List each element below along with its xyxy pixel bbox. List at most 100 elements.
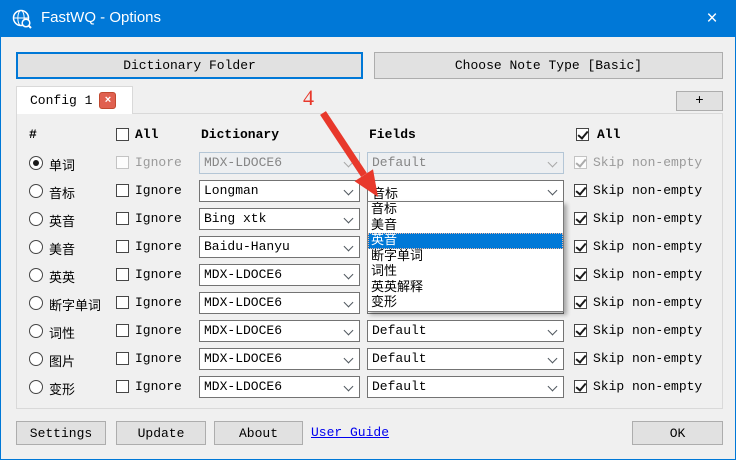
skip-label: Skip non-empty [593, 183, 702, 198]
chevron-down-icon [344, 158, 354, 168]
dictionary-combobox[interactable]: Bing xtk [199, 208, 360, 230]
dropdown-option[interactable]: 音标 [368, 202, 563, 218]
skip-label: Skip non-empty [593, 295, 702, 310]
tab-label: Config 1 [30, 93, 92, 108]
ignore-checkbox[interactable] [116, 212, 129, 225]
ignore-checkbox[interactable] [116, 352, 129, 365]
row-radio[interactable] [29, 324, 43, 338]
chevron-down-icon [548, 326, 558, 336]
chevron-down-icon [344, 382, 354, 392]
dropdown-option[interactable]: 断字单词 [368, 249, 563, 265]
dictionary-combobox[interactable]: MDX-LDOCE6 [199, 264, 360, 286]
row-radio[interactable] [29, 268, 43, 282]
dictionary-combobox[interactable]: MDX-LDOCE6 [199, 376, 360, 398]
table-row: 图片 Ignore MDX-LDOCE6 Default Skip non-em… [17, 348, 722, 370]
ignore-label: Ignore [135, 295, 182, 310]
row-radio[interactable] [29, 184, 43, 198]
all-ignore-checkbox[interactable] [116, 128, 129, 141]
chevron-down-icon [344, 270, 354, 280]
chevron-down-icon [344, 214, 354, 224]
fields-combobox[interactable]: Default [367, 348, 564, 370]
dictionary-folder-button[interactable]: Dictionary Folder [16, 52, 363, 79]
row-radio[interactable] [29, 156, 43, 170]
update-button[interactable]: Update [116, 421, 206, 445]
ignore-checkbox[interactable] [116, 268, 129, 281]
table-row: 单词 Ignore MDX-LDOCE6 Default Skip non-em… [17, 152, 722, 174]
user-guide-link[interactable]: User Guide [311, 425, 389, 440]
skip-checkbox[interactable] [574, 240, 587, 253]
choose-note-type-button[interactable]: Choose Note Type [Basic] [374, 52, 723, 79]
row-label: 英音 [49, 211, 75, 230]
dropdown-option-highlighted[interactable]: 英音 [368, 233, 563, 249]
skip-checkbox[interactable] [574, 324, 587, 337]
column-header-all-right: All [597, 127, 620, 142]
window-title: FastWQ - Options [41, 9, 161, 26]
annotation-step-number: 4 [303, 85, 314, 111]
all-skip-checkbox[interactable] [576, 128, 589, 141]
row-label: 英英 [49, 267, 75, 286]
skip-checkbox[interactable] [574, 184, 587, 197]
add-config-tab-button[interactable]: + [676, 91, 723, 111]
skip-checkbox[interactable] [574, 380, 587, 393]
settings-button[interactable]: Settings [16, 421, 106, 445]
tab-config-1[interactable]: Config 1 × [16, 86, 133, 114]
skip-label: Skip non-empty [593, 155, 702, 170]
skip-checkbox[interactable] [574, 268, 587, 281]
dictionary-folder-label: Dictionary Folder [123, 58, 256, 73]
fields-combobox[interactable]: Default [367, 320, 564, 342]
ignore-checkbox [116, 156, 129, 169]
ignore-label: Ignore [135, 351, 182, 366]
dropdown-option[interactable]: 英英解释 [368, 280, 563, 296]
chevron-down-icon [344, 186, 354, 196]
fields-dropdown-list: 音标 美音 英音 断字单词 词性 英英解释 变形 [367, 201, 564, 312]
fields-combobox: Default [367, 152, 564, 174]
column-header-all-left: All [135, 127, 158, 142]
dropdown-option[interactable]: 美音 [368, 218, 563, 234]
dropdown-option[interactable]: 变形 [368, 295, 563, 311]
dropdown-option[interactable]: 词性 [368, 264, 563, 280]
ignore-checkbox[interactable] [116, 240, 129, 253]
row-radio[interactable] [29, 212, 43, 226]
table-row: 词性 Ignore MDX-LDOCE6 Default Skip non-em… [17, 320, 722, 342]
chevron-down-icon [548, 158, 558, 168]
ignore-label: Ignore [135, 211, 182, 226]
skip-label: Skip non-empty [593, 351, 702, 366]
row-label: 变形 [49, 379, 75, 398]
dictionary-combobox[interactable]: Longman [199, 180, 360, 202]
skip-checkbox[interactable] [574, 212, 587, 225]
column-header-dictionary: Dictionary [201, 127, 279, 142]
app-globe-icon [11, 8, 33, 30]
skip-checkbox[interactable] [574, 352, 587, 365]
ignore-checkbox[interactable] [116, 324, 129, 337]
dictionary-combobox[interactable]: MDX-LDOCE6 [199, 348, 360, 370]
dictionary-combobox: MDX-LDOCE6 [199, 152, 360, 174]
ignore-checkbox[interactable] [116, 184, 129, 197]
row-radio[interactable] [29, 240, 43, 254]
fields-combobox[interactable]: Default [367, 376, 564, 398]
row-label: 词性 [49, 323, 75, 342]
ok-button[interactable]: OK [632, 421, 723, 445]
row-radio[interactable] [29, 352, 43, 366]
ignore-label: Ignore [135, 323, 182, 338]
tab-close-icon[interactable]: × [99, 92, 116, 109]
ignore-checkbox[interactable] [116, 296, 129, 309]
dictionary-combobox[interactable]: Baidu-Hanyu [199, 236, 360, 258]
ignore-label: Ignore [135, 155, 182, 170]
ignore-label: Ignore [135, 183, 182, 198]
dictionary-combobox[interactable]: MDX-LDOCE6 [199, 292, 360, 314]
skip-checkbox[interactable] [574, 296, 587, 309]
row-radio[interactable] [29, 380, 43, 394]
window-close-icon[interactable]: × [699, 6, 725, 32]
ignore-label: Ignore [135, 267, 182, 282]
dictionary-combobox[interactable]: MDX-LDOCE6 [199, 320, 360, 342]
skip-label: Skip non-empty [593, 211, 702, 226]
row-radio[interactable] [29, 296, 43, 310]
about-button[interactable]: About [214, 421, 303, 445]
chevron-down-icon [344, 326, 354, 336]
title-bar: FastWQ - Options × [1, 1, 735, 37]
ignore-checkbox[interactable] [116, 380, 129, 393]
table-row: 变形 Ignore MDX-LDOCE6 Default Skip non-em… [17, 376, 722, 398]
fields-combobox-open[interactable]: 音标 [367, 180, 564, 202]
column-header-number: # [29, 127, 37, 142]
chevron-down-icon [344, 298, 354, 308]
